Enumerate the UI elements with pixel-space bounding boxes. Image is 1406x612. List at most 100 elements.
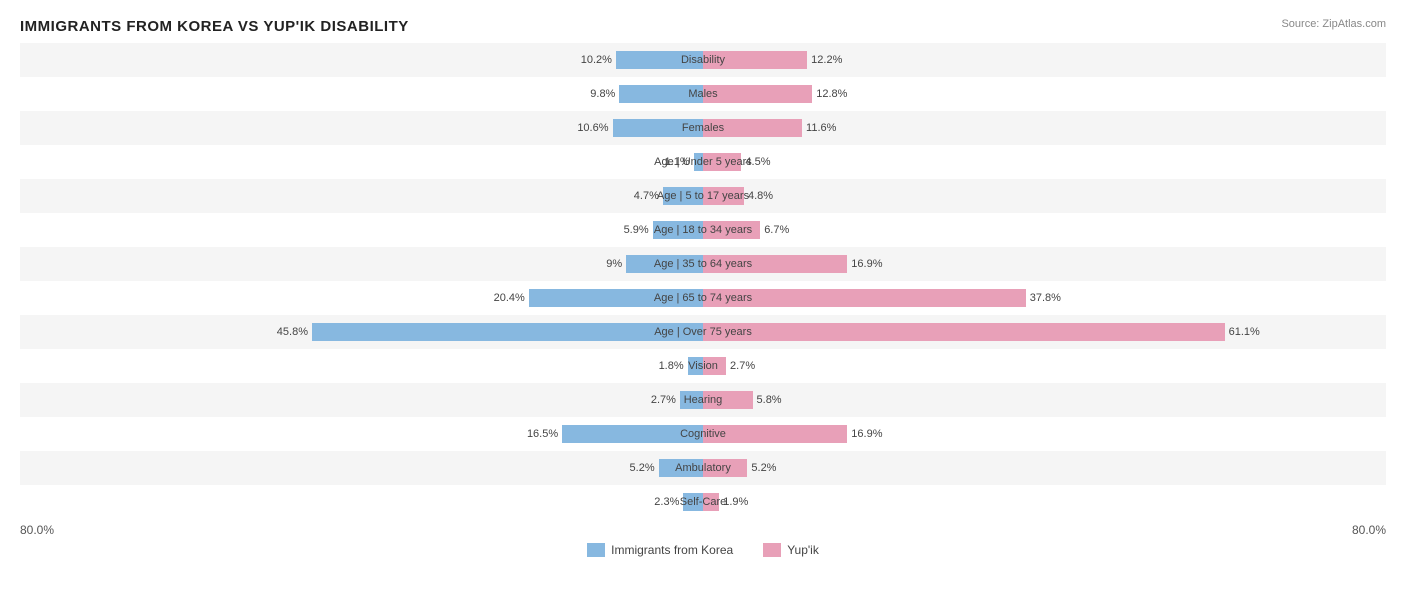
- left-section: 45.8%: [20, 315, 703, 349]
- right-value: 11.6%: [806, 122, 836, 134]
- blue-bar: 9%: [626, 255, 703, 273]
- pink-bar: 1.9%: [703, 493, 719, 511]
- legend-pink-label: Yup'ik: [787, 543, 819, 557]
- pink-bar: 2.7%: [703, 357, 726, 375]
- right-section: 16.9%: [703, 417, 1386, 451]
- right-value: 4.8%: [748, 190, 773, 202]
- left-value: 2.7%: [651, 394, 676, 406]
- bar-row: 16.5% 16.9% Cognitive: [20, 417, 1386, 451]
- left-value: 10.2%: [581, 54, 612, 66]
- blue-bar: 4.7%: [663, 187, 703, 205]
- bar-row: 5.9% 6.7% Age | 18 to 34 years: [20, 213, 1386, 247]
- bar-row: 10.6% 11.6% Females: [20, 111, 1386, 145]
- blue-bar: 20.4%: [529, 289, 703, 307]
- left-value: 16.5%: [527, 428, 558, 440]
- bar-row: 2.7% 5.8% Hearing: [20, 383, 1386, 417]
- right-value: 16.9%: [851, 258, 882, 270]
- left-section: 9%: [20, 247, 703, 281]
- chart-container: IMMIGRANTS FROM KOREA VS YUP'IK DISABILI…: [0, 0, 1406, 612]
- blue-bar: 5.9%: [653, 221, 703, 239]
- right-section: 12.8%: [703, 77, 1386, 111]
- right-value: 12.8%: [816, 88, 847, 100]
- left-section: 5.2%: [20, 451, 703, 485]
- axis-labels: 80.0% 80.0%: [20, 523, 1386, 537]
- right-value: 12.2%: [811, 54, 842, 66]
- right-section: 1.9%: [703, 485, 1386, 519]
- left-value: 4.7%: [634, 190, 659, 202]
- left-section: 1.1%: [20, 145, 703, 179]
- blue-bar: 1.8%: [688, 357, 703, 375]
- right-section: 11.6%: [703, 111, 1386, 145]
- left-value: 10.6%: [577, 122, 608, 134]
- axis-left-label: 80.0%: [20, 523, 54, 537]
- source-text: Source: ZipAtlas.com: [1281, 18, 1386, 30]
- legend-pink-box: [763, 543, 781, 557]
- legend: Immigrants from Korea Yup'ik: [20, 543, 1386, 557]
- left-section: 10.6%: [20, 111, 703, 145]
- bar-row: 20.4% 37.8% Age | 65 to 74 years: [20, 281, 1386, 315]
- legend-pink: Yup'ik: [763, 543, 819, 557]
- left-value: 1.8%: [659, 360, 684, 372]
- left-value: 5.9%: [624, 224, 649, 236]
- right-value: 4.5%: [745, 156, 770, 168]
- chart-area: 10.2% 12.2% Disability 9.8% 12.8% Males: [20, 43, 1386, 519]
- bar-row: 10.2% 12.2% Disability: [20, 43, 1386, 77]
- bar-row: 1.8% 2.7% Vision: [20, 349, 1386, 383]
- left-section: 1.8%: [20, 349, 703, 383]
- right-value: 37.8%: [1030, 292, 1061, 304]
- right-value: 5.8%: [757, 394, 782, 406]
- pink-bar: 12.8%: [703, 85, 812, 103]
- axis-right-label: 80.0%: [1352, 523, 1386, 537]
- left-value: 5.2%: [630, 462, 655, 474]
- right-section: 12.2%: [703, 43, 1386, 77]
- pink-bar: 37.8%: [703, 289, 1026, 307]
- right-section: 16.9%: [703, 247, 1386, 281]
- blue-bar: 2.7%: [680, 391, 703, 409]
- right-section: 2.7%: [703, 349, 1386, 383]
- pink-bar: 11.6%: [703, 119, 802, 137]
- blue-bar: 9.8%: [619, 85, 703, 103]
- legend-blue-label: Immigrants from Korea: [611, 543, 733, 557]
- blue-bar: 1.1%: [694, 153, 703, 171]
- right-value: 1.9%: [723, 496, 748, 508]
- left-section: 10.2%: [20, 43, 703, 77]
- right-section: 4.5%: [703, 145, 1386, 179]
- bar-row: 9% 16.9% Age | 35 to 64 years: [20, 247, 1386, 281]
- left-value: 9.8%: [590, 88, 615, 100]
- pink-bar: 16.9%: [703, 255, 847, 273]
- bar-row: 9.8% 12.8% Males: [20, 77, 1386, 111]
- pink-bar: 4.8%: [703, 187, 744, 205]
- bar-row: 4.7% 4.8% Age | 5 to 17 years: [20, 179, 1386, 213]
- left-section: 4.7%: [20, 179, 703, 213]
- right-section: 5.8%: [703, 383, 1386, 417]
- left-value: 1.1%: [665, 156, 690, 168]
- right-value: 5.2%: [751, 462, 776, 474]
- left-section: 20.4%: [20, 281, 703, 315]
- right-value: 2.7%: [730, 360, 755, 372]
- left-section: 9.8%: [20, 77, 703, 111]
- left-value: 45.8%: [277, 326, 308, 338]
- blue-bar: 2.3%: [683, 493, 703, 511]
- left-section: 16.5%: [20, 417, 703, 451]
- right-section: 37.8%: [703, 281, 1386, 315]
- blue-bar: 45.8%: [312, 323, 703, 341]
- chart-title: IMMIGRANTS FROM KOREA VS YUP'IK DISABILI…: [20, 18, 1386, 35]
- pink-bar: 12.2%: [703, 51, 807, 69]
- right-value: 61.1%: [1229, 326, 1260, 338]
- left-section: 5.9%: [20, 213, 703, 247]
- bar-row: 45.8% 61.1% Age | Over 75 years: [20, 315, 1386, 349]
- blue-bar: 16.5%: [562, 425, 703, 443]
- pink-bar: 16.9%: [703, 425, 847, 443]
- bar-row: 2.3% 1.9% Self-Care: [20, 485, 1386, 519]
- right-section: 4.8%: [703, 179, 1386, 213]
- left-value: 9%: [606, 258, 622, 270]
- blue-bar: 10.2%: [616, 51, 703, 69]
- right-section: 6.7%: [703, 213, 1386, 247]
- right-value: 6.7%: [764, 224, 789, 236]
- pink-bar: 5.2%: [703, 459, 747, 477]
- left-section: 2.3%: [20, 485, 703, 519]
- blue-bar: 5.2%: [659, 459, 703, 477]
- pink-bar: 5.8%: [703, 391, 753, 409]
- bar-row: 5.2% 5.2% Ambulatory: [20, 451, 1386, 485]
- left-section: 2.7%: [20, 383, 703, 417]
